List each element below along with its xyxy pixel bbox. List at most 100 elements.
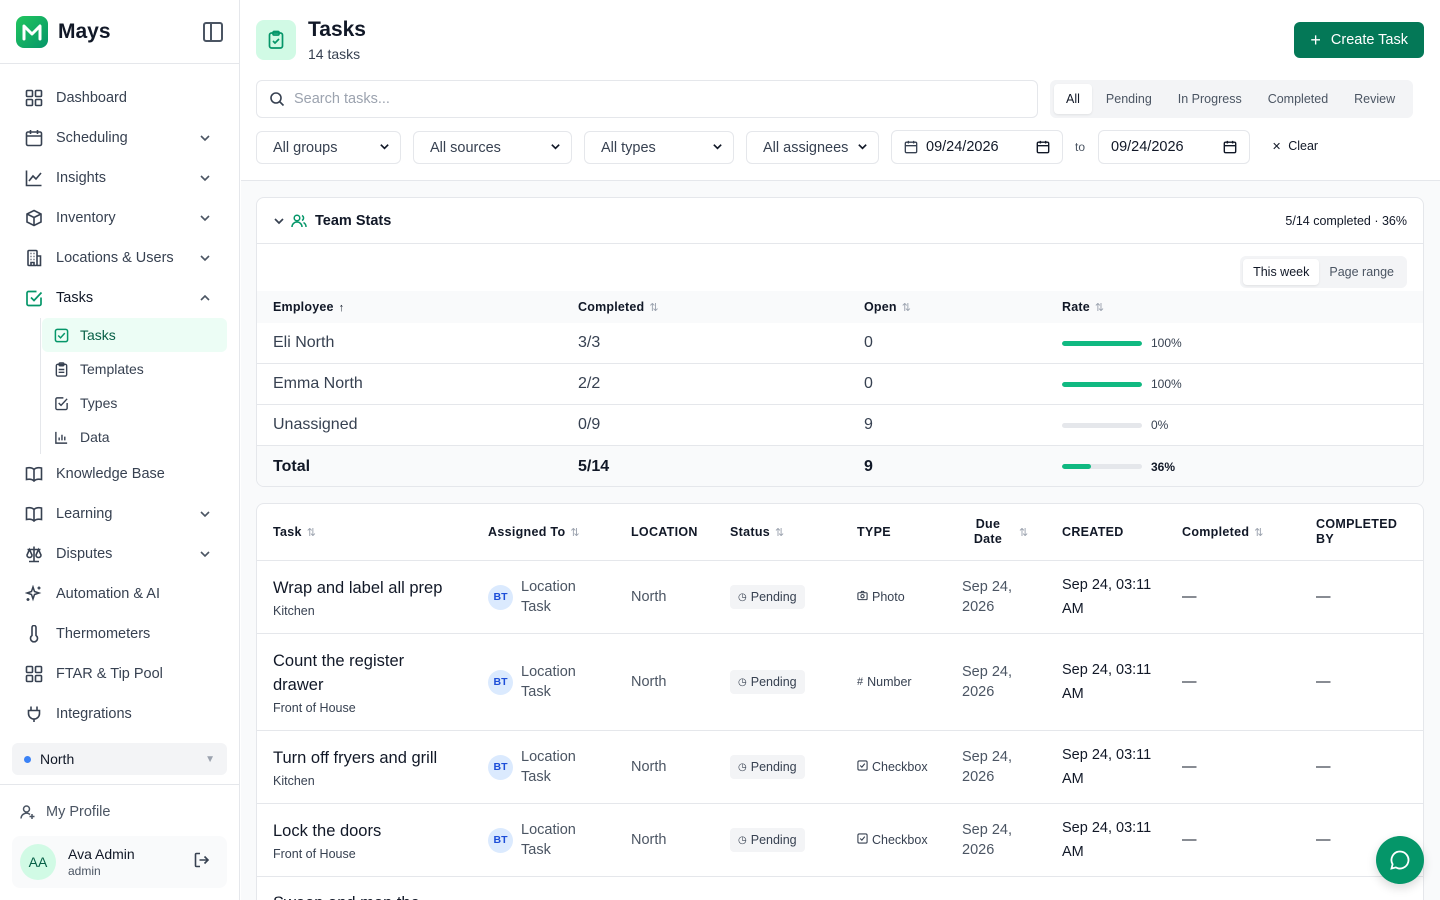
nav-automation-ai[interactable]: Automation & AI xyxy=(0,574,239,614)
column-header-completed[interactable]: Completed ⇅ xyxy=(578,300,864,314)
nav-inventory[interactable]: Inventory xyxy=(0,198,239,238)
completed-cell: — xyxy=(1182,759,1197,775)
my-profile-link[interactable]: My Profile xyxy=(20,804,110,820)
type-cell: Photo xyxy=(857,590,962,604)
created-date: Sep 24, 03:11 AM xyxy=(1062,747,1152,787)
sources-filter[interactable]: All sources xyxy=(413,131,572,164)
tab-completed[interactable]: Completed xyxy=(1256,84,1340,114)
page-header: Tasks 14 tasks + Create Task All Pending… xyxy=(241,0,1440,181)
table-row[interactable]: Count the register drawer Front of House… xyxy=(257,634,1423,731)
task-name[interactable]: Wrap and label all prep xyxy=(273,576,488,600)
user-name: Ava Admin xyxy=(68,846,135,862)
range-page-range[interactable]: Page range xyxy=(1319,259,1404,285)
search-input[interactable] xyxy=(294,91,994,107)
status-cell: ◷ Pending xyxy=(730,670,857,694)
nav-ftar-tip-pool[interactable]: FTAR & Tip Pool xyxy=(0,654,239,694)
created-cell: Sep 24, 03:11 AM xyxy=(1062,573,1182,621)
table-row[interactable]: Sweep and mop the xyxy=(257,877,1423,900)
column-header-assigned-to[interactable]: Assigned To ⇅ xyxy=(488,525,631,539)
location-cell: North xyxy=(631,589,667,605)
groups-filter[interactable]: All groups xyxy=(256,131,401,164)
column-header-open[interactable]: Open ⇅ xyxy=(864,300,1062,314)
chevron-down-icon xyxy=(195,504,215,524)
nav-label: Locations & Users xyxy=(56,250,174,266)
open-count: 9 xyxy=(864,416,873,433)
camera-icon xyxy=(857,590,868,604)
due-date: Sep 24, 2026 xyxy=(962,822,1012,858)
employee-name: Emma North xyxy=(273,375,363,392)
task-count: 14 tasks xyxy=(308,46,361,62)
nav-tasks[interactable]: Tasks xyxy=(0,278,239,318)
chat-button[interactable] xyxy=(1376,836,1424,884)
rate-cell: 0% xyxy=(1062,418,1423,432)
chevron-down-icon[interactable] xyxy=(273,215,285,227)
tab-review[interactable]: Review xyxy=(1342,84,1407,114)
nav-knowledge-base[interactable]: Knowledge Base xyxy=(0,454,239,494)
subnav-data[interactable]: Data xyxy=(42,420,227,454)
column-header-label: Status xyxy=(730,525,771,539)
location-select[interactable]: North ▼ xyxy=(12,743,227,775)
tab-all[interactable]: All xyxy=(1054,84,1092,114)
task-name[interactable]: Count the register drawer xyxy=(273,649,443,697)
create-task-button[interactable]: + Create Task xyxy=(1294,22,1424,58)
sort-asc-icon: ↑ xyxy=(338,302,345,314)
nav-insights[interactable]: Insights xyxy=(0,158,239,198)
column-header-rate[interactable]: Rate ⇅ xyxy=(1062,300,1423,314)
task-group: Front of House xyxy=(273,701,356,715)
nav-learning[interactable]: Learning xyxy=(0,494,239,534)
subnav-tasks[interactable]: Tasks xyxy=(42,318,227,352)
subnav-types[interactable]: Types xyxy=(42,386,227,420)
logout-icon[interactable] xyxy=(193,851,211,874)
nav-scheduling[interactable]: Scheduling xyxy=(0,118,239,158)
plug-icon xyxy=(24,704,44,724)
rate-percent: 100% xyxy=(1151,377,1182,391)
completed-cell: — xyxy=(1182,674,1197,690)
book-open-icon xyxy=(24,504,44,524)
column-header-due-date[interactable]: Due Date ⇅ xyxy=(962,517,1062,547)
date-from-field[interactable]: 09/24/2026 xyxy=(891,130,1063,164)
calendar-picker-icon[interactable] xyxy=(1223,140,1237,154)
column-header-task[interactable]: Task ⇅ xyxy=(273,525,488,539)
sidebar-collapse-icon[interactable] xyxy=(203,21,223,42)
status-label: Pending xyxy=(750,590,797,604)
nav-dashboard[interactable]: Dashboard xyxy=(0,78,239,118)
search-bar xyxy=(256,80,1038,118)
column-header-type: TYPE xyxy=(857,525,891,539)
chevron-down-icon xyxy=(550,141,561,155)
column-header-completed[interactable]: Completed ⇅ xyxy=(1182,525,1316,539)
range-this-week[interactable]: This week xyxy=(1243,259,1320,285)
task-group: Front of House xyxy=(273,847,356,861)
main-nav: Dashboard Scheduling Insights Inventory … xyxy=(0,64,239,734)
table-row[interactable]: Wrap and label all prep Kitchen BT Locati… xyxy=(257,561,1423,634)
clear-filters-button[interactable]: ✕ Clear xyxy=(1272,139,1318,153)
nav-locations-users[interactable]: Locations & Users xyxy=(0,238,239,278)
task-name[interactable]: Turn off fryers and grill xyxy=(273,746,488,770)
column-header-label: Rate xyxy=(1062,300,1090,314)
task-name[interactable]: Lock the doors xyxy=(273,819,488,843)
nav-integrations[interactable]: Integrations xyxy=(0,694,239,734)
calendar-picker-icon[interactable] xyxy=(1036,140,1050,154)
created-cell: Sep 24, 03:11 AM xyxy=(1062,658,1182,706)
tab-in-progress[interactable]: In Progress xyxy=(1166,84,1254,114)
task-name[interactable]: Sweep and mop the xyxy=(273,891,488,900)
column-header-status[interactable]: Status ⇅ xyxy=(730,525,857,539)
open-count: 0 xyxy=(864,334,873,351)
rate-progress-bar xyxy=(1062,340,1142,346)
types-filter[interactable]: All types xyxy=(584,131,734,164)
nav-thermometers[interactable]: Thermometers xyxy=(0,614,239,654)
nav-label: Knowledge Base xyxy=(56,466,165,482)
nav-disputes[interactable]: Disputes xyxy=(0,534,239,574)
assignees-filter[interactable]: All assignees xyxy=(746,131,879,164)
table-row[interactable]: Turn off fryers and grill Kitchen BT Loca… xyxy=(257,731,1423,804)
date-range-to-label: to xyxy=(1075,140,1086,154)
checkbox-icon xyxy=(857,760,868,774)
team-stats-header[interactable]: Team Stats 5/14 completed · 36% xyxy=(257,198,1423,244)
check-square-icon xyxy=(24,288,44,308)
subnav-templates[interactable]: Templates xyxy=(42,352,227,386)
assignee-name: Location Task xyxy=(521,579,576,615)
column-header-employee[interactable]: Employee ↑ xyxy=(273,300,578,314)
tab-pending[interactable]: Pending xyxy=(1094,84,1164,114)
column-header-label: Due Date xyxy=(973,517,1003,546)
date-to-field[interactable]: 09/24/2026 xyxy=(1098,130,1250,164)
table-row[interactable]: Lock the doors Front of House BT Location… xyxy=(257,804,1423,877)
